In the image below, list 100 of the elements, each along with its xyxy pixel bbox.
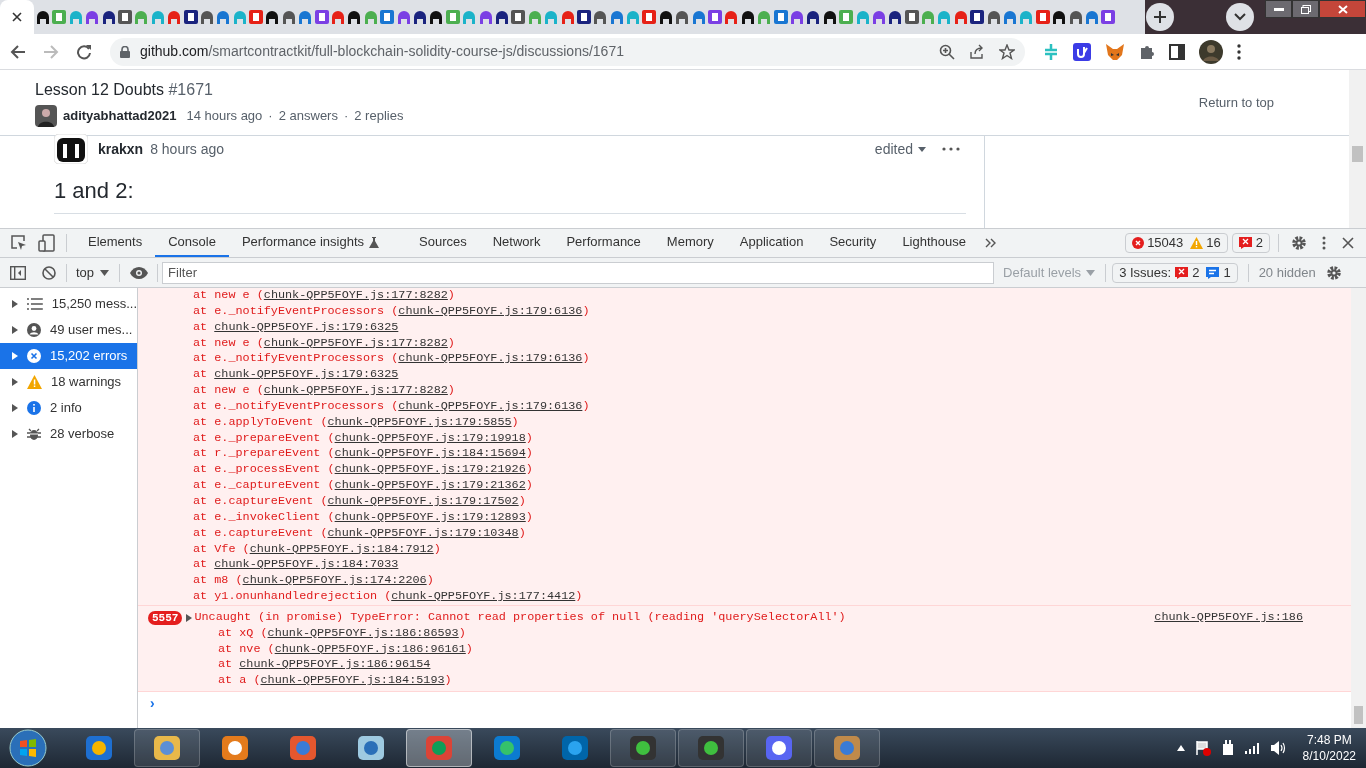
devtools-tab[interactable]: Sources [406,229,480,257]
tab-favicon-icon[interactable] [413,9,427,25]
minimize-button[interactable] [1265,0,1292,18]
source-link[interactable]: chunk-QPP5FOYF.js:177:8282 [263,383,448,398]
expand-triangle-icon[interactable] [186,613,193,622]
clear-console-icon[interactable] [42,265,56,280]
devtools-tab[interactable]: Security [816,229,890,257]
issues-counter[interactable]: 2 [1231,233,1270,253]
more-options-icon[interactable] [1322,236,1326,250]
devtools-tab[interactable]: Memory [653,229,727,257]
tab-favicon-icon[interactable] [36,9,50,25]
sidebar-filter-item[interactable]: 28 verbose [0,421,137,447]
console-prompt[interactable]: › [148,694,157,716]
address-bar[interactable]: github.com/smartcontractkit/full-blockchain-solidity-course-js/discussions/1671 [110,37,1025,66]
source-link[interactable]: chunk-QPP5FOYF.js:179:12893 [334,509,526,524]
close-icon[interactable] [12,12,22,22]
zoom-icon[interactable] [939,43,955,60]
taskbar-app-button[interactable] [134,729,200,767]
author-link[interactable]: krakxn [98,138,144,160]
extension-icon[interactable] [1073,42,1091,61]
tab-favicon-icon[interactable] [806,9,821,25]
tab-favicon-icon[interactable] [265,9,280,25]
tab-favicon-icon[interactable] [511,9,526,25]
devtools-tab[interactable]: Performance [553,229,654,257]
sidebar-toggle-icon[interactable] [10,265,26,280]
source-link[interactable]: chunk-QPP5FOYF.js:186:86593 [267,625,459,640]
tab-favicon-icon[interactable] [183,9,198,25]
tab-favicon-icon[interactable] [101,9,116,25]
source-link[interactable]: chunk-QPP5FOYF.js:179:21362 [334,478,526,493]
source-link[interactable]: chunk-QPP5FOYF.js:179:6325 [214,367,399,382]
device-toolbar-icon[interactable] [38,234,56,252]
edited-dropdown[interactable]: edited [874,138,926,160]
tab-favicon-icon[interactable] [888,9,903,25]
volume-icon[interactable] [1270,741,1287,755]
clock[interactable]: 7:48 PM 8/10/2022 [1302,732,1356,764]
source-link[interactable]: chunk-QPP5FOYF.js:184:7033 [214,557,399,572]
source-link[interactable]: chunk-QPP5FOYF.js:179:19918 [334,430,526,445]
puzzle-icon[interactable] [1139,43,1155,60]
sidebar-filter-item[interactable]: 15,250 mess... [0,291,137,317]
devtools-tab[interactable]: Application [726,229,817,257]
tab-favicon-icon[interactable] [494,9,509,25]
devtools-tab[interactable]: Performance insights [228,229,407,257]
tab-favicon-icon[interactable] [822,9,837,25]
new-tab-button[interactable] [1146,3,1174,31]
source-link[interactable]: chunk-QPP5FOYF.js:184:15694 [334,446,526,461]
source-link[interactable]: chunk-QPP5FOYF.js:179:6136 [398,398,583,413]
close-icon[interactable] [1342,237,1354,249]
back-icon[interactable] [10,43,26,60]
tab-favicon-icon[interactable] [347,9,362,25]
inspect-icon[interactable] [10,234,28,252]
tab-search-button[interactable] [1226,3,1254,31]
source-link[interactable]: chunk-QPP5FOYF.js:186 [1154,609,1303,626]
power-icon[interactable] [1220,740,1235,756]
source-link[interactable]: chunk-QPP5FOYF.js:179:6136 [398,303,583,318]
maximize-button[interactable] [1292,0,1319,18]
tab-favicon-icon[interactable] [740,9,755,25]
start-button-icon[interactable] [8,728,48,768]
tab-favicon-icon[interactable] [117,9,132,25]
show-hidden-icons-icon[interactable] [1176,745,1185,751]
tab-favicon-icon[interactable] [429,9,444,25]
side-panel-icon[interactable] [1169,43,1185,60]
tab-favicon-icon[interactable] [1052,9,1067,25]
source-link[interactable]: chunk-QPP5FOYF.js:179:6325 [214,319,399,334]
return-to-top-link[interactable]: Return to top [1198,92,1274,113]
signal-icon[interactable] [1244,742,1261,754]
devtools-tab[interactable]: Lighthouse [889,229,979,257]
issues-button[interactable]: 3 Issues: 2 1 [1112,262,1238,283]
source-link[interactable]: chunk-QPP5FOYF.js:186:96161 [274,641,466,656]
close-window-button[interactable] [1319,0,1366,18]
source-link[interactable]: chunk-QPP5FOYF.js:174:2206 [242,573,427,588]
source-link[interactable]: chunk-QPP5FOYF.js:184:7912 [249,541,434,556]
source-link[interactable]: chunk-QPP5FOYF.js:179:5855 [327,414,512,429]
source-link[interactable]: chunk-QPP5FOYF.js:179:6136 [398,351,583,366]
source-link[interactable]: chunk-QPP5FOYF.js:184:5193 [260,673,445,688]
context-dropdown[interactable]: top [76,262,110,283]
sidebar-filter-item[interactable]: 18 warnings [0,369,137,395]
eye-icon[interactable] [130,266,149,279]
star-icon[interactable] [999,43,1015,60]
more-tabs-icon[interactable] [985,238,997,248]
devtools-tab[interactable]: Network [479,229,554,257]
flag-icon[interactable] [1194,740,1211,756]
sidebar-filter-item[interactable]: 49 user mes... [0,317,137,343]
fox-icon[interactable] [1105,42,1125,61]
devtools-tab[interactable]: Elements [75,229,156,257]
source-link[interactable]: chunk-QPP5FOYF.js:179:10348 [327,525,519,540]
settings-icon[interactable] [1291,235,1307,251]
source-link[interactable]: chunk-QPP5FOYF.js:177:8282 [263,335,448,350]
sidebar-filter-item[interactable]: 15,202 errors [0,343,137,369]
sidebar-filter-item[interactable]: 2 info [0,395,137,421]
page-scrollbar[interactable] [1349,70,1366,228]
filter-field[interactable]: Filter [162,261,995,284]
profile-avatar-icon[interactable] [1199,39,1223,64]
source-link[interactable]: chunk-QPP5FOYF.js:177:8282 [263,288,448,302]
tab-favicon-icon[interactable] [658,9,673,25]
more-options-icon[interactable] [942,147,960,151]
tab-favicon-icon[interactable] [576,9,591,25]
tab-favicon-icon[interactable] [970,9,985,25]
source-link[interactable]: chunk-QPP5FOYF.js:186:96154 [239,657,431,672]
menu-icon[interactable] [1237,43,1241,60]
error-warning-counter[interactable]: 15043 16 [1125,233,1228,253]
